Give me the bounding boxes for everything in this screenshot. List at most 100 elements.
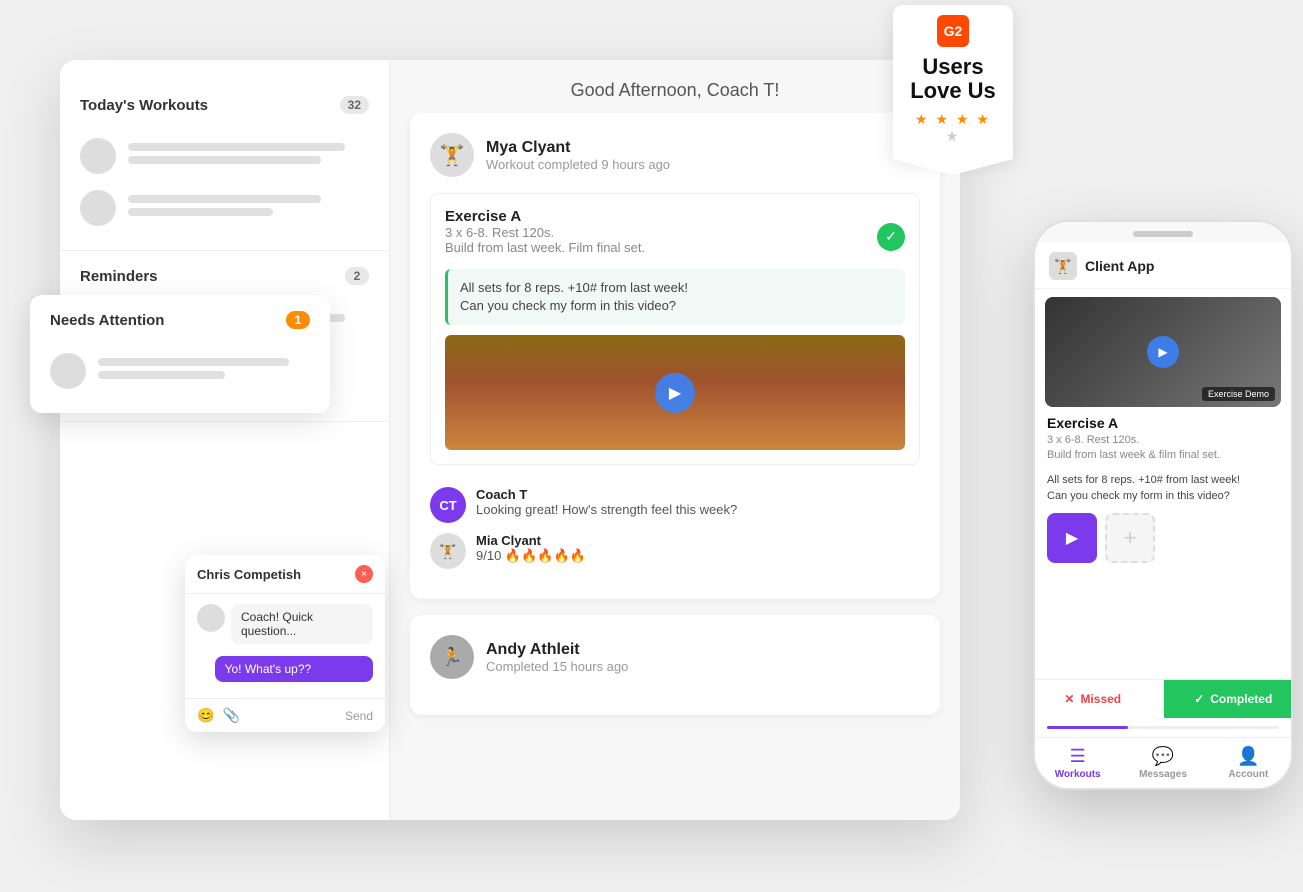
main-header: Good Afternoon, Coach T! bbox=[390, 60, 960, 113]
comment-section: CT Coach T Looking great! How's strength… bbox=[430, 477, 920, 569]
user-name: Mya Clyant bbox=[486, 139, 920, 157]
workout-card-2-header: 🏃 Andy Athleit Completed 15 hours ago bbox=[430, 635, 920, 679]
greeting-text: Good Afternoon, Coach T! bbox=[571, 80, 780, 100]
star-3: ★ bbox=[956, 111, 971, 127]
user-avatar-andy: 🏃 bbox=[430, 635, 474, 679]
phone-play-button[interactable]: ▶ bbox=[1147, 336, 1179, 368]
avatar bbox=[80, 190, 116, 226]
g2-stars: ★ ★ ★ ★ ★ bbox=[907, 111, 999, 145]
star-4: ★ bbox=[976, 111, 991, 127]
workout-item-1[interactable] bbox=[80, 130, 369, 182]
attachment-icon[interactable]: 📎 bbox=[222, 707, 239, 724]
attention-item-1[interactable] bbox=[50, 345, 310, 397]
phone-nav-account[interactable]: 👤 Account bbox=[1206, 746, 1291, 780]
check-icon: ✓ bbox=[877, 223, 905, 251]
main-content: Good Afternoon, Coach T! 🏋️ Mya Clyant W… bbox=[390, 60, 960, 820]
star-5: ★ bbox=[946, 128, 961, 144]
phone-exercise-title: Exercise A bbox=[1047, 415, 1279, 431]
coach-avatar: CT bbox=[430, 487, 466, 523]
phone-video-thumb[interactable]: ▶ bbox=[1047, 513, 1097, 563]
play-button[interactable]: ▶ bbox=[655, 373, 695, 413]
phone-missed-button[interactable]: ✕ Missed bbox=[1033, 680, 1164, 718]
coach-comment: CT Coach T Looking great! How's strength… bbox=[430, 487, 920, 523]
needs-attention-panel: Needs Attention 1 bbox=[30, 295, 330, 413]
chat-header: Chris Competish × bbox=[185, 555, 385, 594]
text-lines bbox=[128, 143, 369, 169]
account-nav-label: Account bbox=[1228, 769, 1268, 780]
phone-action-row: ✕ Missed ✓ Completed bbox=[1033, 679, 1293, 718]
user-sub: Workout completed 9 hours ago bbox=[486, 157, 920, 172]
text-line bbox=[128, 156, 321, 164]
chat-footer-left: 😊 📎 bbox=[197, 707, 240, 724]
text-line bbox=[128, 208, 273, 216]
phone-media-row: ▶ + bbox=[1047, 513, 1279, 563]
user-sub-2: Completed 15 hours ago bbox=[486, 659, 920, 674]
text-line bbox=[98, 371, 225, 379]
workout-item-2[interactable] bbox=[80, 182, 369, 234]
missed-x-icon: ✕ bbox=[1064, 692, 1074, 706]
phone-notch bbox=[1133, 231, 1193, 237]
phone-completed-button[interactable]: ✓ Completed bbox=[1164, 680, 1294, 718]
avatar bbox=[50, 353, 86, 389]
phone-app-title: Client App bbox=[1085, 258, 1154, 274]
needs-attention-badge: 1 bbox=[286, 311, 310, 329]
video-thumbnail[interactable]: ▶ bbox=[445, 335, 905, 450]
phone-nav-messages[interactable]: 💬 Messages bbox=[1120, 746, 1205, 780]
exercise-title: Exercise A bbox=[445, 208, 645, 225]
needs-attention-header: Needs Attention 1 bbox=[50, 311, 310, 329]
g2-badge: G2 Users Love Us ★ ★ ★ ★ ★ bbox=[893, 5, 1013, 159]
workouts-icon: ☰ bbox=[1070, 746, 1086, 767]
phone-message: All sets for 8 reps. +10# from last week… bbox=[1047, 472, 1279, 505]
user-info: Mya Clyant Workout completed 9 hours ago bbox=[486, 139, 920, 172]
phone-device: 🏋️ Client App ▶ Exercise Demo Exercise A… bbox=[1033, 220, 1293, 790]
phone-exercise-sub: 3 x 6-8. Rest 120s. Build from last week… bbox=[1047, 433, 1279, 464]
text-line bbox=[128, 195, 321, 203]
workout-card-header: 🏋️ Mya Clyant Workout completed 9 hours … bbox=[430, 133, 920, 177]
chat-received-msg: Coach! Quick question... bbox=[231, 604, 373, 644]
todays-workouts-section: Today's Workouts 32 bbox=[60, 80, 389, 251]
phone-video-overlay: Exercise Demo bbox=[1202, 387, 1275, 401]
phone-video[interactable]: ▶ Exercise Demo bbox=[1045, 297, 1281, 407]
phone-nav: ☰ Workouts 💬 Messages 👤 Account bbox=[1035, 737, 1291, 788]
phone-progress-fill bbox=[1047, 726, 1128, 729]
user-name-2: Andy Athleit bbox=[486, 641, 920, 659]
client-name: Mia Clyant bbox=[476, 533, 920, 548]
completed-check-icon: ✓ bbox=[1194, 692, 1204, 706]
phone-add-media-button[interactable]: + bbox=[1105, 513, 1155, 563]
phone-notch-bar bbox=[1035, 222, 1291, 242]
text-line bbox=[98, 358, 289, 366]
exercise-header: Exercise A 3 x 6-8. Rest 120s. Build fro… bbox=[445, 208, 905, 265]
account-icon: 👤 bbox=[1237, 746, 1259, 767]
g2-title: Users Love Us bbox=[907, 55, 999, 103]
needs-attention-title: Needs Attention bbox=[50, 312, 164, 329]
client-message: All sets for 8 reps. +10# from last week… bbox=[445, 269, 905, 325]
chat-title: Chris Competish bbox=[197, 567, 301, 582]
messages-icon: 💬 bbox=[1152, 746, 1174, 767]
messages-nav-label: Messages bbox=[1139, 769, 1187, 780]
phone-screen: 🏋️ Client App ▶ Exercise Demo Exercise A… bbox=[1035, 242, 1291, 788]
chat-footer: 😊 📎 Send bbox=[185, 698, 385, 732]
completed-label: Completed bbox=[1210, 692, 1272, 706]
text-lines bbox=[128, 195, 369, 221]
star-2: ★ bbox=[935, 111, 950, 127]
chat-user-avatar bbox=[197, 604, 225, 632]
emoji-icon[interactable]: 😊 bbox=[197, 707, 214, 724]
chat-close-button[interactable]: × bbox=[355, 565, 373, 583]
coach-message: Looking great! How's strength feel this … bbox=[476, 502, 920, 517]
g2-badge-shape: G2 Users Love Us ★ ★ ★ ★ ★ bbox=[893, 5, 1013, 159]
send-button[interactable]: Send bbox=[345, 709, 373, 723]
client-comment-body: Mia Clyant 9/10 🔥🔥🔥🔥🔥 bbox=[476, 533, 920, 564]
client-avatar: 🏋️ bbox=[430, 533, 466, 569]
text-line bbox=[128, 143, 345, 151]
reminders-title: Reminders bbox=[80, 268, 158, 285]
phone-progress-bar bbox=[1047, 726, 1279, 729]
exercise-sub: 3 x 6-8. Rest 120s. Build from last week… bbox=[445, 225, 645, 255]
todays-workouts-badge: 32 bbox=[340, 96, 369, 114]
phone-nav-workouts[interactable]: ☰ Workouts bbox=[1035, 746, 1120, 780]
coach-comment-body: Coach T Looking great! How's strength fe… bbox=[476, 487, 920, 517]
workout-card-2: 🏃 Andy Athleit Completed 15 hours ago bbox=[410, 615, 940, 715]
todays-workouts-title: Today's Workouts bbox=[80, 97, 208, 114]
client-comment: 🏋️ Mia Clyant 9/10 🔥🔥🔥🔥🔥 bbox=[430, 533, 920, 569]
client-rating: 9/10 🔥🔥🔥🔥🔥 bbox=[476, 548, 920, 564]
phone-content: Exercise A 3 x 6-8. Rest 120s. Build fro… bbox=[1035, 415, 1291, 679]
